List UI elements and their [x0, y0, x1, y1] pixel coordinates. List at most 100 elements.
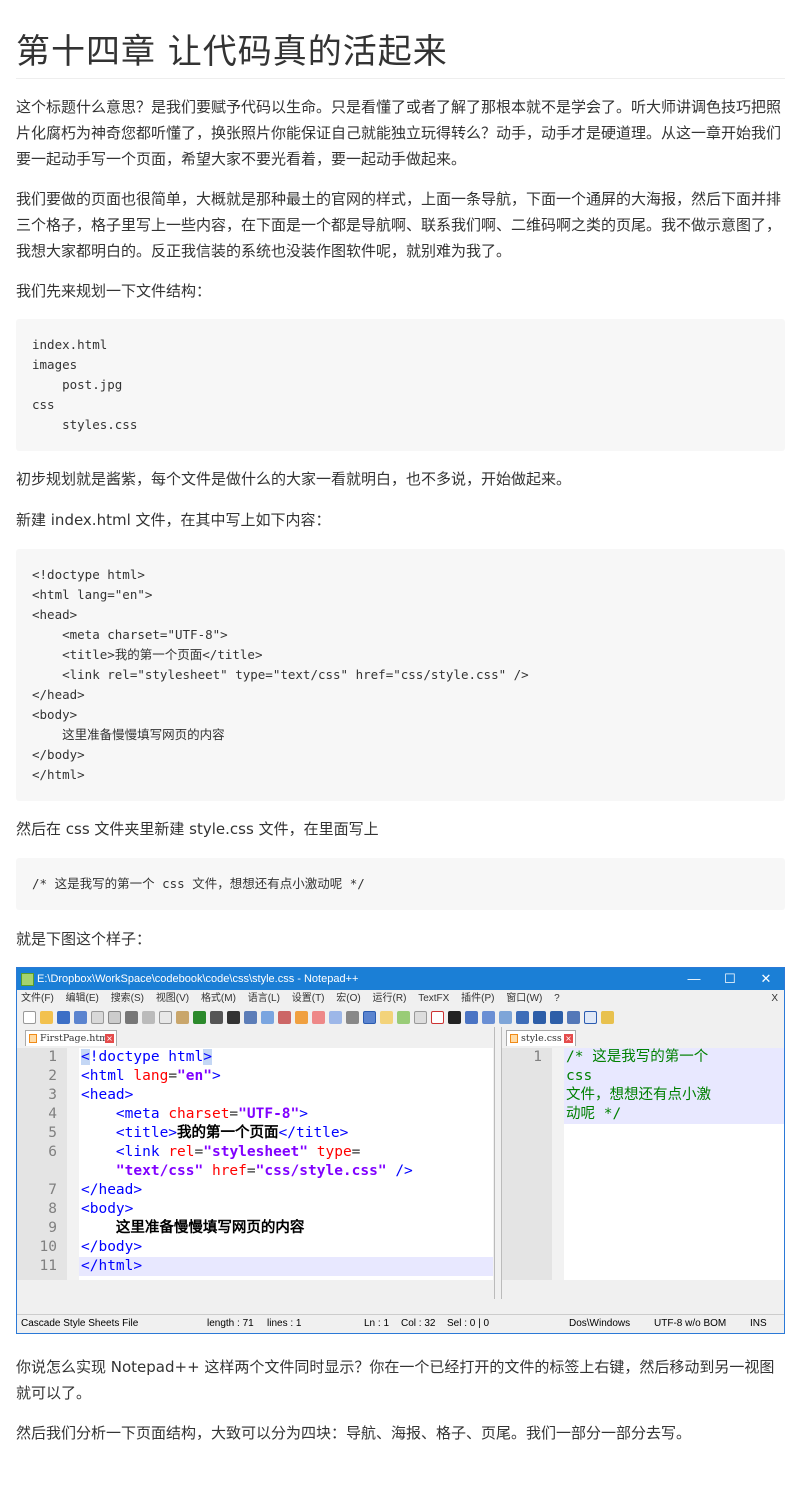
window-titlebar: E:\Dropbox\WorkSpace\codebook\code\css\s…	[17, 968, 784, 990]
notepad-plus-plus-screenshot: E:\Dropbox\WorkSpace\codebook\code\css\s…	[16, 967, 785, 1334]
indent-guide-icon[interactable]	[363, 1010, 376, 1024]
css-comment-line: 文件，想想还有点小激	[566, 1087, 711, 1103]
status-eol: Dos\Windows	[569, 1318, 631, 1329]
arrow-up-icon[interactable]	[533, 1010, 546, 1024]
close-all-icon[interactable]	[108, 1010, 121, 1024]
menu-file[interactable]: 文件(F)	[21, 993, 54, 1004]
line-number: 2	[48, 1068, 57, 1084]
menu-close-icon[interactable]: X	[771, 990, 778, 1007]
paste-icon[interactable]	[176, 1010, 189, 1024]
close-file-icon[interactable]	[91, 1010, 104, 1024]
print-icon[interactable]	[125, 1010, 138, 1024]
css-comment-line: /* 这是我写的第一个	[566, 1049, 709, 1065]
zoom-out-icon[interactable]	[278, 1010, 291, 1024]
toolbar	[17, 1007, 784, 1027]
menu-window[interactable]: 窗口(W)	[506, 993, 542, 1004]
arrow-down-icon[interactable]	[550, 1010, 563, 1024]
save-macro-icon[interactable]	[499, 1010, 512, 1024]
close-button[interactable]: ✕	[748, 968, 784, 990]
replace-icon[interactable]	[244, 1010, 257, 1024]
menu-search[interactable]: 搜索(S)	[111, 993, 144, 1004]
line-number: 4	[48, 1106, 57, 1122]
sort-icon[interactable]	[516, 1010, 529, 1024]
tab-label: FirstPage.html	[40, 1033, 112, 1044]
collapse-icon[interactable]	[567, 1010, 580, 1024]
line-number: 10	[39, 1239, 57, 1255]
css-comment-line: 动呢 */	[566, 1106, 622, 1122]
undo-icon[interactable]	[193, 1010, 206, 1024]
menu-run[interactable]: 运行(R)	[373, 993, 407, 1004]
sync-vertical-icon[interactable]	[295, 1010, 308, 1024]
file-icon	[29, 1034, 37, 1043]
menu-edit[interactable]: 编辑(E)	[66, 993, 99, 1004]
left-editor[interactable]: 1 <!doctype html> 2 <html lang="en"> 3 <hea…	[17, 1048, 493, 1280]
menu-format[interactable]: 格式(M)	[201, 993, 236, 1004]
menu-bar: 文件(F) 编辑(E) 搜索(S) 视图(V) 格式(M) 语言(L) 设置(T…	[17, 990, 784, 1007]
doc-map-icon[interactable]	[397, 1010, 410, 1024]
status-col: Col : 32	[401, 1318, 436, 1329]
paragraph-structure-analysis: 然后我们分析一下页面结构，大致可以分为四块：导航、海报、格子、页尾。我们一部分一…	[16, 1424, 692, 1442]
code-block-file-structure: index.html images post.jpg css styles.cs…	[16, 319, 785, 451]
record-macro-icon[interactable]	[431, 1010, 444, 1024]
menu-view[interactable]: 视图(V)	[156, 993, 189, 1004]
code-block-style-css: /* 这是我写的第一个 css 文件，想想还有点小激动呢 */	[16, 858, 785, 910]
menu-help[interactable]: ?	[554, 993, 560, 1004]
paragraph-plan-done: 初步规划就是酱紫，每个文件是做什么的大家一看就明白，也不多说，开始做起来。	[16, 470, 572, 488]
tab-close-icon[interactable]: ×	[105, 1034, 114, 1043]
status-sel: Sel : 0 | 0	[447, 1318, 490, 1329]
code-block-index-html: <!doctype html> <html lang="en"> <head> …	[16, 549, 785, 801]
line-number: 7	[48, 1182, 57, 1198]
function-list-icon[interactable]	[414, 1010, 427, 1024]
find-icon[interactable]	[227, 1010, 240, 1024]
user-language-icon[interactable]	[380, 1010, 393, 1024]
menu-textfx[interactable]: TextFX	[418, 993, 449, 1004]
title-divider	[16, 78, 785, 79]
spell-check-icon[interactable]	[584, 1010, 597, 1024]
tab-close-icon[interactable]: ×	[564, 1034, 573, 1043]
status-file-type: Cascade Style Sheets File	[21, 1318, 139, 1329]
notepad-app-icon	[21, 973, 34, 986]
save-icon[interactable]	[57, 1010, 70, 1024]
line-number: 3	[48, 1087, 57, 1103]
stop-macro-icon[interactable]	[448, 1010, 461, 1024]
right-editor[interactable]: 1 /* 这是我写的第一个 css 文件，想想还有点小激 动呢 */	[502, 1048, 784, 1280]
paragraph-intro: 这个标题什么意思？是我们要赋予代码以生命。只是看懂了或者了解了那根本就不是学会了…	[16, 98, 782, 168]
status-mode: INS	[750, 1318, 767, 1329]
play-macro-icon[interactable]	[465, 1010, 478, 1024]
open-file-icon[interactable]	[40, 1010, 53, 1024]
run-macro-icon[interactable]	[482, 1010, 495, 1024]
menu-plugins[interactable]: 插件(P)	[461, 993, 494, 1004]
paragraph-new-style: 然后在 css 文件夹里新建 style.css 文件，在里面写上	[16, 820, 379, 838]
line-number: 11	[39, 1258, 57, 1274]
line-number: 1	[48, 1049, 57, 1065]
status-ln: Ln : 1	[364, 1318, 390, 1329]
line-number: 5	[48, 1125, 57, 1141]
status-length: length : 71	[207, 1318, 254, 1329]
tab-bar: FirstPage.html × style.css ×	[17, 1027, 784, 1046]
paragraph-page-plan: 我们要做的页面也很简单，大概就是那种最土的官网的样式，上面一条导航，下面一个通屏…	[16, 190, 782, 260]
sync-horizontal-icon[interactable]	[312, 1010, 325, 1024]
menu-macro[interactable]: 宏(O)	[336, 993, 360, 1004]
tab-style-css[interactable]: style.css ×	[506, 1030, 576, 1046]
new-file-icon[interactable]	[23, 1010, 36, 1024]
plugin-icon[interactable]	[601, 1010, 614, 1024]
copy-icon[interactable]	[159, 1010, 172, 1024]
maximize-button[interactable]: ☐	[712, 968, 748, 990]
save-all-icon[interactable]	[74, 1010, 87, 1024]
view-splitter[interactable]	[494, 1027, 502, 1299]
menu-settings[interactable]: 设置(T)	[292, 993, 325, 1004]
word-wrap-icon[interactable]	[329, 1010, 342, 1024]
minimize-button[interactable]: —	[676, 968, 712, 990]
css-comment-line: css	[566, 1068, 593, 1084]
menu-language[interactable]: 语言(L)	[248, 993, 280, 1004]
zoom-in-icon[interactable]	[261, 1010, 274, 1024]
page-title: 第十四章 让代码真的活起来	[16, 32, 448, 72]
redo-icon[interactable]	[210, 1010, 223, 1024]
cut-icon[interactable]	[142, 1010, 155, 1024]
show-symbols-icon[interactable]	[346, 1010, 359, 1024]
tab-firstpage-html[interactable]: FirstPage.html ×	[25, 1030, 117, 1046]
line-number: 9	[48, 1220, 57, 1236]
line-number: 8	[48, 1201, 57, 1217]
status-bar: Cascade Style Sheets File length : 71 li…	[17, 1314, 784, 1333]
file-icon	[510, 1034, 518, 1043]
